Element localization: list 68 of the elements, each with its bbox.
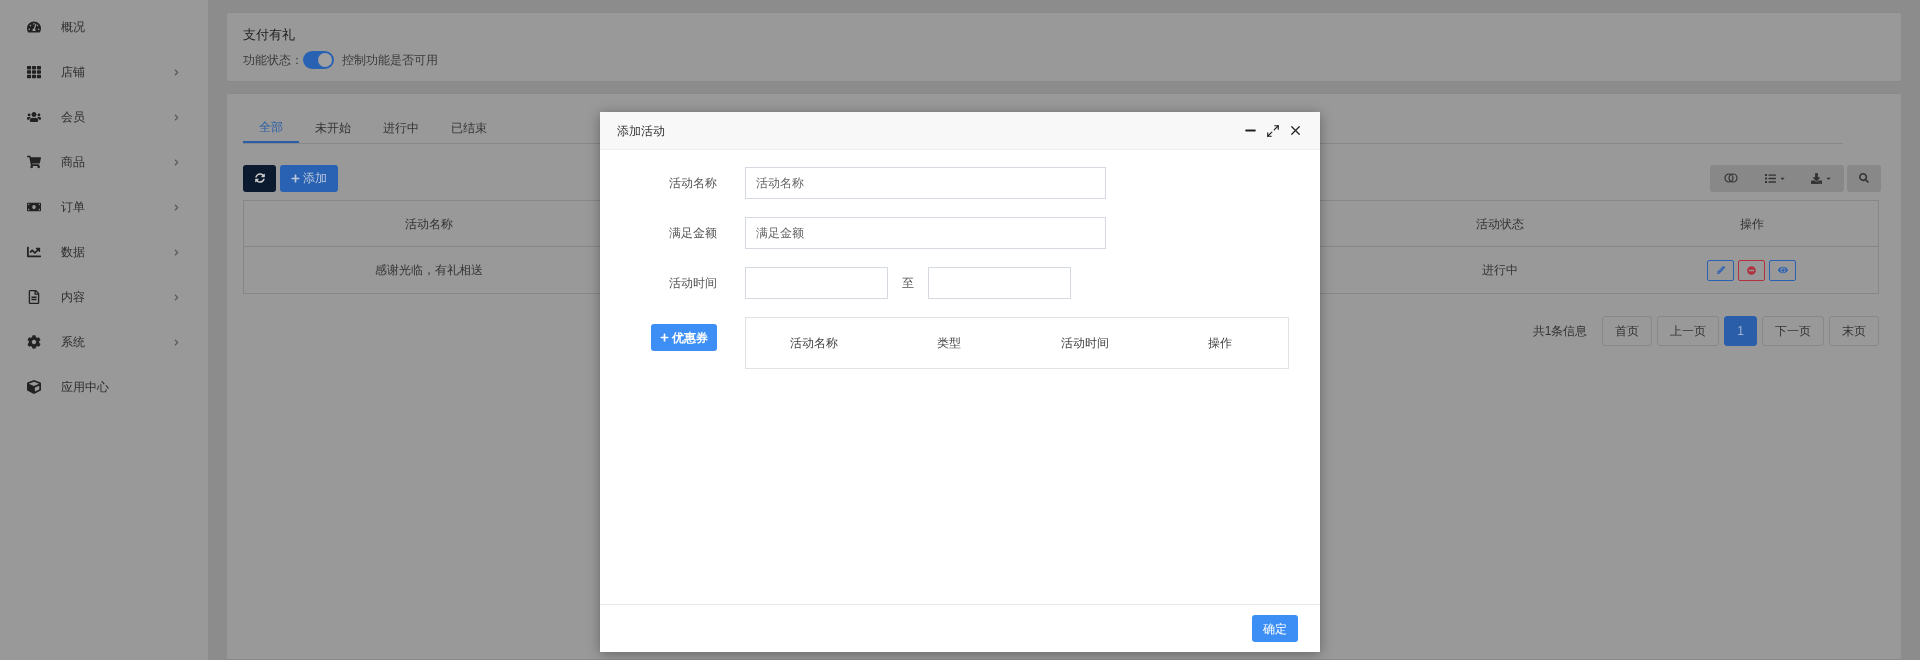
page-button[interactable]: 下一页 xyxy=(1762,316,1824,346)
plus-icon xyxy=(291,173,300,183)
record-count: 共1条信息 xyxy=(1532,323,1588,340)
tab[interactable]: 已结束 xyxy=(435,112,503,143)
close-icon[interactable] xyxy=(1288,123,1303,138)
dialog-title: 添加活动 xyxy=(617,122,666,140)
column-header: 活动名称 xyxy=(404,215,454,233)
form-label: 活动时间 xyxy=(668,275,717,292)
status-label: 功能状态： xyxy=(243,51,303,69)
download-icon xyxy=(1810,172,1822,184)
tab[interactable]: 未开始 xyxy=(299,112,367,143)
gear-icon xyxy=(27,335,41,349)
page-button[interactable]: 1 xyxy=(1724,316,1757,346)
switch-hint: 控制功能是否可用 xyxy=(342,51,438,69)
add-coupon-button[interactable]: 优惠券 xyxy=(651,324,717,351)
document-icon xyxy=(27,290,41,304)
disable-button[interactable] xyxy=(1738,259,1765,281)
eye-icon xyxy=(1777,265,1788,275)
card-title: 支付有礼 xyxy=(243,26,296,44)
form-label: 活动名称 xyxy=(668,175,717,192)
refresh-icon xyxy=(254,173,265,183)
sidebar-label: 概况 xyxy=(61,19,86,36)
line-chart-icon xyxy=(27,245,41,259)
toggle-icon xyxy=(1724,173,1738,183)
page-button[interactable]: 末页 xyxy=(1829,316,1879,346)
range-separator: 至 xyxy=(901,275,915,292)
cube-icon xyxy=(27,380,41,394)
table-cell-text: 感谢光临，有礼相送 xyxy=(374,262,484,279)
toggle-switch[interactable] xyxy=(303,50,334,69)
column-header: 类型 xyxy=(936,335,963,352)
grid-icon xyxy=(27,65,41,79)
sidebar-label: 数据 xyxy=(61,244,86,261)
sidebar-label: 会员 xyxy=(61,109,86,126)
column-header: 活动时间 xyxy=(1059,335,1110,352)
maximize-icon[interactable] xyxy=(1266,123,1280,138)
pencil-icon xyxy=(1716,266,1725,274)
banknote-icon xyxy=(27,200,41,214)
sidebar-label: 订单 xyxy=(61,199,86,216)
column-header: 操作 xyxy=(1738,215,1765,233)
form-label: 满足金额 xyxy=(668,225,717,242)
plus-icon xyxy=(660,333,669,342)
confirm-button[interactable]: 确定 xyxy=(1252,615,1298,642)
table-cell-text: 进行中 xyxy=(1481,262,1519,279)
page-button[interactable]: 上一页 xyxy=(1657,316,1720,346)
sidebar-label: 应用中心 xyxy=(61,379,110,396)
cart-icon xyxy=(27,155,41,169)
search-button[interactable] xyxy=(1847,164,1881,192)
date-field[interactable] xyxy=(745,267,888,299)
sidebar-label: 系统 xyxy=(61,334,86,351)
date-field[interactable] xyxy=(928,267,1071,299)
column-header: 活动状态 xyxy=(1475,215,1525,233)
text-field[interactable]: 活动名称 xyxy=(745,167,1106,199)
column-header: 活动名称 xyxy=(788,335,839,352)
refresh-button[interactable] xyxy=(243,164,276,192)
view-button[interactable] xyxy=(1769,259,1796,281)
text-field[interactable]: 满足金额 xyxy=(745,217,1106,249)
add-button[interactable]: 添加 xyxy=(280,164,338,192)
sidebar-label: 内容 xyxy=(61,289,86,306)
sidebar-label: 店铺 xyxy=(61,64,86,81)
edit-button[interactable] xyxy=(1707,259,1734,281)
page-button[interactable]: 首页 xyxy=(1602,316,1653,346)
gauge-icon xyxy=(27,20,41,34)
sidebar-label: 商品 xyxy=(61,154,86,171)
column-header: 操作 xyxy=(1207,335,1234,352)
list-icon xyxy=(1764,172,1776,184)
tab[interactable]: 进行中 xyxy=(367,112,435,143)
users-icon xyxy=(27,110,41,124)
search-icon xyxy=(1859,173,1869,183)
